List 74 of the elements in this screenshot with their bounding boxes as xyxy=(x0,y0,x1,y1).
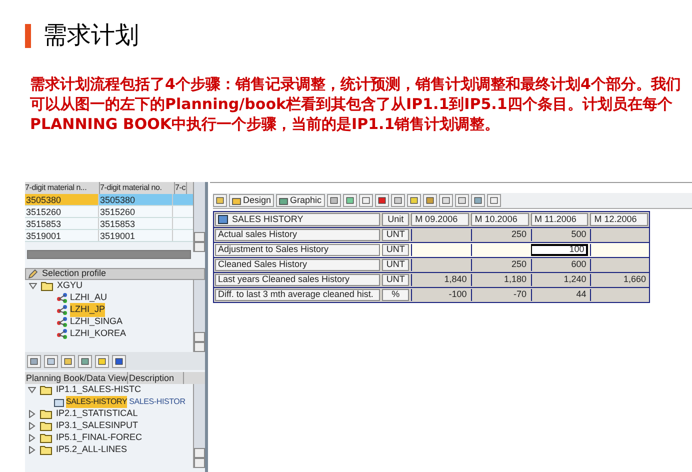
title-accent-bar xyxy=(25,24,31,48)
value-cell[interactable]: 1,180 xyxy=(470,274,529,286)
network-node-icon xyxy=(57,293,68,303)
collapsed-triangle-icon[interactable] xyxy=(28,422,36,430)
tree-item[interactable]: SALES-HISTORY xyxy=(66,396,128,408)
value-cell[interactable]: 44 xyxy=(530,289,588,301)
table-cell: 3505380 xyxy=(25,194,99,205)
expanded-triangle-icon[interactable] xyxy=(28,386,36,394)
slide-title: 需求计划 xyxy=(43,21,139,51)
table-row[interactable]: 3519001 3519001 xyxy=(25,230,193,242)
expanded-triangle-icon[interactable] xyxy=(29,282,37,290)
description-text: SALES-HISTOR xyxy=(129,396,186,408)
table-row[interactable]: 3515260 3515260 xyxy=(25,206,193,218)
column-header[interactable]: Unit xyxy=(382,213,410,226)
unit-cell: UNT xyxy=(382,229,410,241)
column-header[interactable]: M 12.2006 xyxy=(590,213,648,226)
table-row[interactable]: 3515853 3515853 xyxy=(25,218,193,230)
table-cell: 3515853 xyxy=(99,218,173,229)
row-label: Actual sales History xyxy=(215,229,380,241)
tree-item[interactable]: IP1.1_SALES-HISTC xyxy=(56,383,142,397)
table-cell: 3519001 xyxy=(25,230,99,241)
column-header[interactable]: Planning Book/Data View xyxy=(25,372,128,384)
table-cell: 3505380 xyxy=(99,194,173,205)
column-header[interactable]: M 10.2006 xyxy=(470,213,529,226)
row-label: Adjustment to Sales History xyxy=(215,244,380,256)
vertical-scrollbar[interactable] xyxy=(193,384,205,468)
unit-cell: % xyxy=(382,289,410,301)
toolbar-button[interactable]: Graphic xyxy=(276,194,325,207)
column-header[interactable]: M 11.2006 xyxy=(530,213,588,226)
tree-item[interactable]: IP3.1_SALESINPUT xyxy=(56,419,138,433)
horizontal-scrollbar[interactable] xyxy=(27,250,191,259)
row-label: Cleaned Sales History xyxy=(215,259,380,271)
value-cell[interactable]: -70 xyxy=(470,289,529,301)
grid-title: SALES HISTORY xyxy=(215,213,380,226)
tree-item[interactable]: XGYU xyxy=(57,280,83,293)
value-cell[interactable]: 600 xyxy=(530,259,588,271)
table-cell: 3519001 xyxy=(99,230,173,241)
unit-cell: UNT xyxy=(382,259,410,271)
tree-item[interactable]: IP5.1_FINAL-FOREC xyxy=(56,431,142,445)
collapsed-triangle-icon[interactable] xyxy=(28,434,36,442)
network-node-icon xyxy=(57,317,68,327)
value-cell[interactable]: 100 xyxy=(530,244,588,256)
tree-item[interactable]: LZHI_KOREA xyxy=(70,327,126,341)
intro-paragraph: 需求计划流程包括了4个步骤：销售记录调整，统计预测，销售计划调整和最终计划4个部分。我们可以从图一的左下的Planning/book栏看到其包含了从IP1.1到IP5.1四个条目。计划员在每个PLANNING BOOK中执行一个步骤，当前的是IP1.1销售计划调整。 xyxy=(30,74,682,134)
table-cell: 3515260 xyxy=(99,206,173,217)
row-label: Diff. to last 3 mth average cleaned hist. xyxy=(215,289,380,301)
tree-item[interactable]: LZHI_SINGA xyxy=(70,315,123,329)
column-header[interactable]: M 09.2006 xyxy=(411,213,469,226)
value-cell[interactable]: 500 xyxy=(530,229,588,241)
toolbar-button[interactable]: Design xyxy=(229,194,274,207)
table-cell: 3515260 xyxy=(25,206,99,217)
value-cell[interactable]: -100 xyxy=(411,289,469,301)
table-cell: 3515853 xyxy=(25,218,99,229)
network-node-icon xyxy=(57,329,68,339)
table-row[interactable]: 3505380 3505380 xyxy=(25,194,193,206)
unit-cell: UNT xyxy=(382,274,410,286)
tree-item[interactable]: IP2.1_STATISTICAL xyxy=(56,407,138,421)
panel-title: Selection profile xyxy=(42,267,106,280)
row-label: Last years Cleaned sales History xyxy=(215,274,380,286)
value-cell[interactable]: 250 xyxy=(470,259,529,271)
tree-item[interactable]: IP5.2_ALL-LINES xyxy=(56,443,128,457)
value-cell[interactable]: 1,660 xyxy=(590,274,648,286)
vertical-scrollbar[interactable] xyxy=(193,280,205,352)
value-cell[interactable]: 1,240 xyxy=(530,274,588,286)
column-header[interactable]: Description xyxy=(128,372,184,384)
collapsed-triangle-icon[interactable] xyxy=(28,410,36,418)
value-cell[interactable]: 250 xyxy=(470,229,529,241)
vertical-scrollbar[interactable] xyxy=(193,182,205,252)
unit-cell: UNT xyxy=(382,244,410,256)
network-node-icon xyxy=(57,305,68,315)
value-cell[interactable]: 1,840 xyxy=(411,274,469,286)
collapsed-triangle-icon[interactable] xyxy=(28,446,36,454)
tree-item[interactable]: LZHI_JP xyxy=(70,303,106,317)
tree-item[interactable]: LZHI_AU xyxy=(70,291,108,305)
